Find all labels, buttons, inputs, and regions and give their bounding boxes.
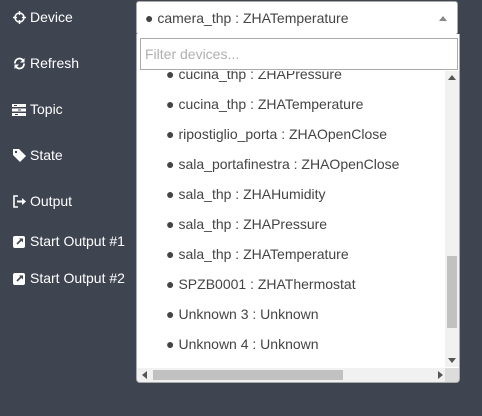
device-option-label: cucina_thp : ZHATemperature — [178, 96, 364, 112]
tasks-icon — [12, 102, 26, 116]
bullet-icon: ● — [166, 216, 175, 232]
start-output-2-label: Start Output #2 — [12, 268, 125, 288]
bullet-icon: ● — [166, 71, 175, 82]
caret-up-icon[interactable] — [439, 16, 447, 21]
refresh-icon — [12, 56, 26, 70]
device-select-value: ● camera_thp : ZHATemperature — [145, 10, 349, 26]
output-label-text: Output — [30, 193, 73, 209]
bullet-icon: ● — [166, 126, 175, 142]
device-option[interactable]: ● cucina_thp : ZHATemperature — [137, 89, 444, 119]
scroll-up-arrow-icon[interactable] — [448, 75, 456, 80]
device-option[interactable]: ● Unknown 3 : Unknown — [137, 299, 444, 329]
start-output-2-label-text: Start Output #2 — [30, 270, 125, 286]
scroll-left-arrow-icon[interactable] — [142, 371, 147, 379]
state-label-text: State — [30, 147, 63, 163]
scrollbar-corner — [445, 368, 459, 382]
device-option-label: sala_portafinestra : ZHAOpenClose — [178, 156, 400, 172]
device-select[interactable]: ● camera_thp : ZHATemperature — [136, 1, 458, 35]
device-option[interactable]: ● cucina_thp : ZHAPressure — [137, 71, 444, 89]
vertical-scroll-thumb[interactable] — [447, 255, 457, 328]
topic-label-text: Topic — [30, 101, 63, 117]
device-option[interactable]: ● sala_thp : ZHATemperature — [137, 239, 444, 269]
bullet-icon: ● — [166, 186, 175, 202]
device-option-label: SPZB0001 : ZHAThermostat — [178, 276, 356, 292]
sign-out-icon — [12, 194, 26, 208]
device-options-inner: ● cucina_thp : ZHAPressure ● cucina_thp : Z… — [137, 71, 444, 359]
refresh-label[interactable]: Refresh — [12, 53, 79, 73]
crosshairs-icon — [12, 10, 26, 24]
start-output-1-label: Start Output #1 — [12, 231, 125, 251]
device-label: Device — [12, 7, 73, 27]
bullet-icon: ● — [166, 96, 175, 112]
bullet-icon: ● — [166, 246, 175, 262]
external-link-icon — [12, 234, 26, 248]
device-dropdown: ●cucina_thp : ZHAPressure●cucina_thp : Z… — [136, 34, 460, 383]
device-option-label: cucina_thp : ZHAPressure — [178, 71, 342, 82]
device-option[interactable]: ● sala_portafinestra : ZHAOpenClose — [137, 149, 444, 179]
filter-devices-input[interactable] — [140, 38, 458, 70]
device-option-label: sala_thp : ZHATemperature — [178, 246, 349, 262]
topic-label: Topic — [12, 99, 63, 119]
bullet-icon: ● — [166, 156, 175, 172]
start-output-1-label-text: Start Output #1 — [30, 233, 125, 249]
state-label: State — [12, 145, 63, 165]
device-option-label: Unknown 4 : Unknown — [178, 336, 319, 352]
device-option-label: Unknown 3 : Unknown — [178, 306, 319, 322]
filter-wrapper — [140, 38, 458, 70]
external-link-icon — [12, 271, 26, 285]
scroll-right-arrow-icon[interactable] — [438, 371, 443, 379]
device-label-text: Device — [30, 9, 73, 25]
scroll-down-arrow-icon[interactable] — [448, 358, 456, 363]
device-options-list: ● cucina_thp : ZHAPressure ● cucina_thp : Z… — [137, 71, 444, 367]
horizontal-scroll-thumb[interactable] — [153, 370, 343, 380]
bullet-icon: ● — [166, 336, 175, 352]
device-option[interactable]: ● ripostiglio_porta : ZHAOpenClose — [137, 119, 444, 149]
device-option[interactable]: ● Unknown 4 : Unknown — [137, 329, 444, 359]
bullet-icon: ● — [166, 276, 175, 292]
bullet-icon: ● — [166, 306, 175, 322]
tag-icon — [12, 148, 26, 162]
output-label: Output — [12, 191, 72, 211]
refresh-label-text: Refresh — [30, 55, 80, 71]
vertical-scrollbar[interactable] — [445, 71, 459, 367]
device-option[interactable]: ● SPZB0001 : ZHAThermostat — [137, 269, 444, 299]
device-option[interactable]: ● sala_thp : ZHAHumidity — [137, 179, 444, 209]
device-option-label: sala_thp : ZHAPressure — [178, 216, 328, 232]
device-option[interactable]: ● sala_thp : ZHAPressure — [137, 209, 444, 239]
horizontal-scrollbar[interactable] — [137, 368, 447, 382]
device-option-label: sala_thp : ZHAHumidity — [178, 186, 326, 202]
device-option-label: ripostiglio_porta : ZHAOpenClose — [178, 126, 388, 142]
